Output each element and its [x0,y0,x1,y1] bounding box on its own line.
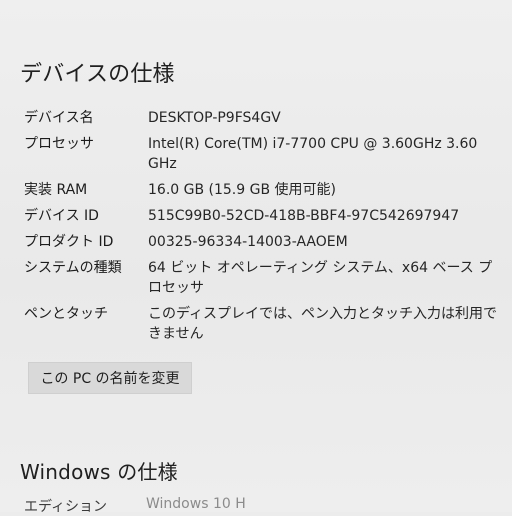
spec-row-device-name: デバイス名 DESKTOP-P9FS4GV [24,108,500,128]
spec-row-pen-touch: ペンとタッチ このディスプレイでは、ペン入力とタッチ入力は利用できません [24,304,500,344]
spec-value-pen-touch: このディスプレイでは、ペン入力とタッチ入力は利用できません [148,306,498,342]
spec-row-processor: プロセッサ Intel(R) Core(TM) i7-7700 CPU @ 3.… [24,134,500,174]
rename-pc-button[interactable]: この PC の名前を変更 [28,362,192,394]
device-specs-list: デバイス名 DESKTOP-P9FS4GV プロセッサ Intel(R) Cor… [24,108,500,350]
windows-specs-title: Windows の仕様 [20,460,178,484]
spec-row-device-id: デバイス ID 515C99B0-52CD-418B-BBF4-97C54269… [24,206,500,226]
spec-value-device-name: DESKTOP-P9FS4GV [148,110,281,126]
spec-label-product-id: プロダクト ID [24,234,114,250]
spec-label-pen-touch: ペンとタッチ [24,306,108,322]
spec-label-device-name: デバイス名 [24,110,94,126]
spec-row-ram: 実装 RAM 16.0 GB (15.9 GB 使用可能) [24,180,500,200]
spec-value-device-id: 515C99B0-52CD-418B-BBF4-97C542697947 [148,208,460,224]
settings-window: デバイスの仕様 デバイス名 DESKTOP-P9FS4GV プロセッサ Inte… [0,0,512,515]
spec-label-ram: 実装 RAM [24,182,88,198]
edition-label: エディション [24,499,108,515]
spec-value-ram: 16.0 GB (15.9 GB 使用可能) [148,182,336,198]
spec-value-product-id: 00325-96334-14003-AAOEM [148,234,348,250]
spec-row-product-id: プロダクト ID 00325-96334-14003-AAOEM [24,232,500,252]
device-specs-title: デバイスの仕様 [20,62,175,87]
edition-value: Windows 10 H [146,496,246,512]
spec-value-system-type: 64 ビット オペレーティング システム、x64 ベース プロセッサ [148,260,493,296]
spec-label-system-type: システムの種類 [24,260,122,276]
spec-label-processor: プロセッサ [24,136,94,152]
spec-label-device-id: デバイス ID [24,208,99,224]
spec-row-system-type: システムの種類 64 ビット オペレーティング システム、x64 ベース プロセ… [24,258,500,298]
spec-value-processor: Intel(R) Core(TM) i7-7700 CPU @ 3.60GHz … [148,136,478,172]
